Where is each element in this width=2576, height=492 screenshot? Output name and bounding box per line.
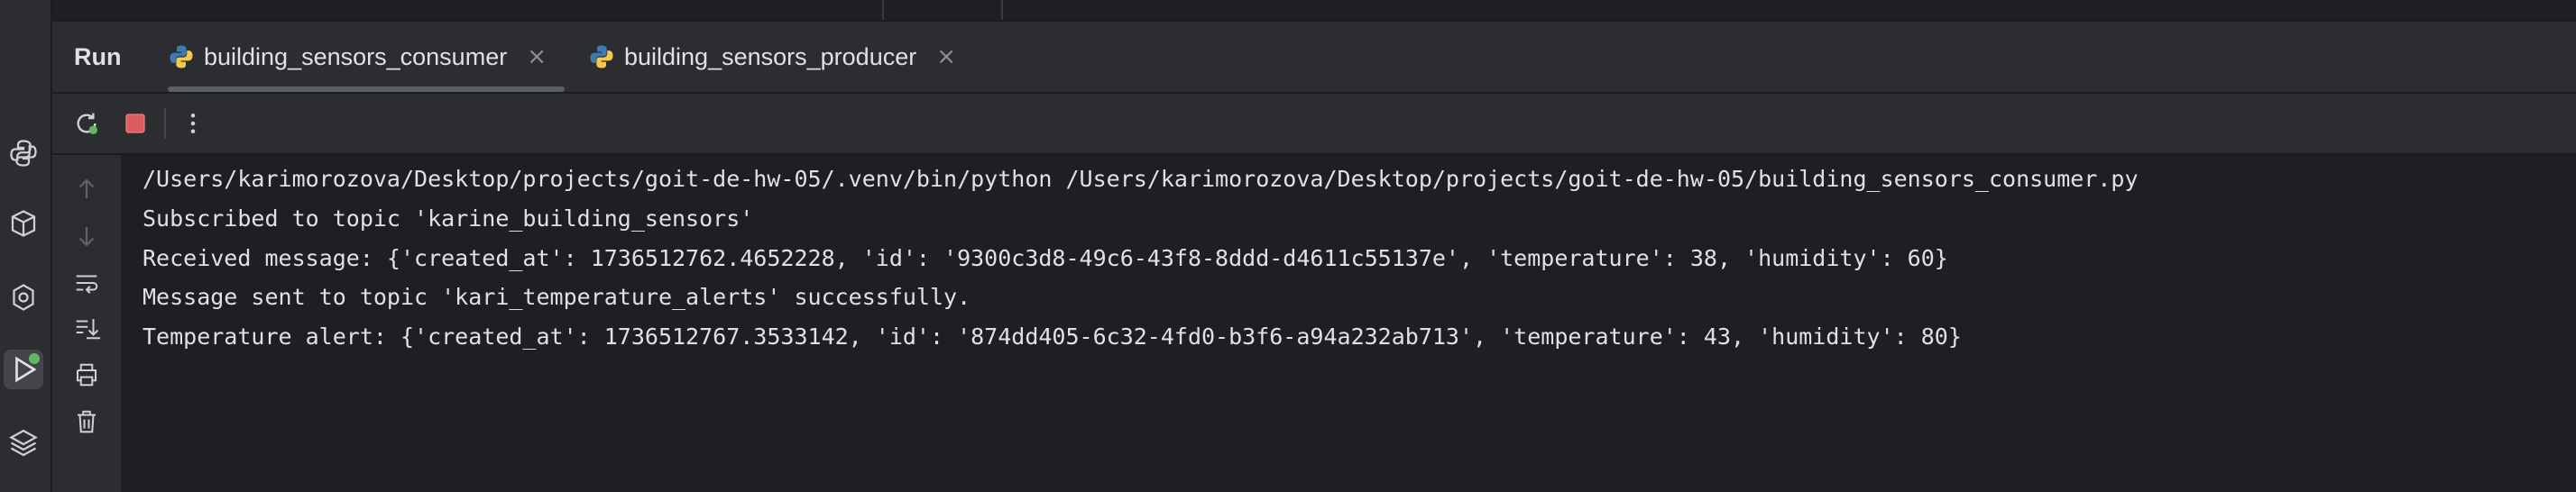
run-toolbar <box>52 94 2576 155</box>
console-line: Message sent to topic 'kari_temperature_… <box>143 284 971 310</box>
scroll-down-icon[interactable] <box>69 218 105 254</box>
console-line: Received message: {'created_at': 1736512… <box>143 245 1948 271</box>
rerun-icon[interactable] <box>69 105 105 141</box>
python-console-icon[interactable] <box>4 133 43 173</box>
clear-all-icon[interactable] <box>69 404 105 440</box>
run-panel-title: Run <box>74 43 122 70</box>
running-indicator <box>29 353 40 364</box>
tab-label: building_sensors_consumer <box>204 42 508 70</box>
editor-strip <box>52 0 2576 22</box>
print-icon[interactable] <box>69 357 105 393</box>
console-output[interactable]: /Users/karimorozova/Desktop/projects/goi… <box>121 155 2576 492</box>
tab-building-sensors-consumer[interactable]: building_sensors_consumer × <box>168 22 547 92</box>
run-icon[interactable] <box>4 350 43 389</box>
scroll-to-end-icon[interactable] <box>69 310 105 346</box>
toolbar-separator <box>164 108 166 139</box>
soft-wrap-icon[interactable] <box>69 265 105 301</box>
more-options-icon[interactable] <box>175 105 211 141</box>
scroll-up-icon[interactable] <box>69 171 105 207</box>
stop-icon[interactable] <box>117 105 153 141</box>
run-tool-window: Run building_sensors_consumer × building… <box>0 0 2576 492</box>
tab-building-sensors-producer[interactable]: building_sensors_producer × <box>588 22 956 92</box>
active-tab-indicator <box>168 87 565 92</box>
close-icon[interactable]: × <box>936 43 956 70</box>
python-packages-icon[interactable] <box>4 204 43 243</box>
console-line: /Users/karimorozova/Desktop/projects/goi… <box>143 166 2139 192</box>
layers-icon[interactable] <box>4 422 43 461</box>
console-line: Temperature alert: {'created_at': 173651… <box>143 323 1962 350</box>
run-panel-header: Run building_sensors_consumer × building… <box>52 22 2576 94</box>
left-tool-bar <box>0 0 52 492</box>
console-line: Subscribed to topic 'karine_building_sen… <box>143 205 754 232</box>
close-icon[interactable]: × <box>527 43 547 70</box>
services-icon[interactable] <box>4 278 43 317</box>
tab-label: building_sensors_producer <box>624 42 917 70</box>
python-file-icon <box>170 45 193 68</box>
console-gutter <box>52 155 121 492</box>
python-file-icon <box>590 45 613 68</box>
